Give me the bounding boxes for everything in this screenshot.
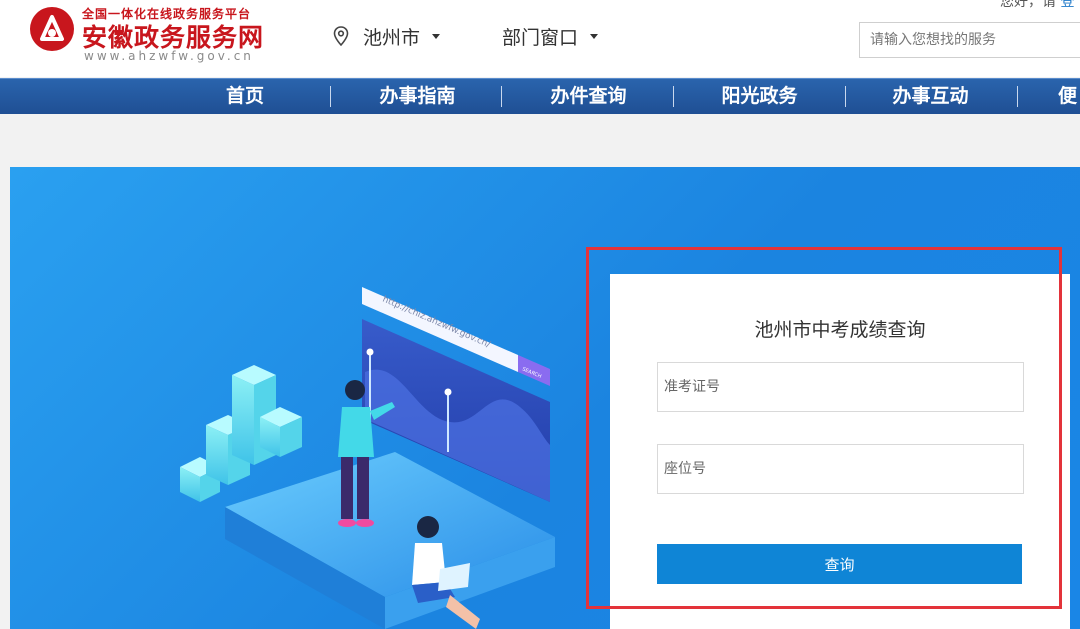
logo-emblem-icon bbox=[30, 7, 74, 51]
card-title: 池州市中考成绩查询 bbox=[754, 319, 926, 341]
nav-divider bbox=[845, 86, 846, 107]
site-header: 全国一体化在线政务服务平台 安徽政务服务网 www.ahzwfw.gov.cn … bbox=[0, 0, 1080, 77]
nav-item-guide[interactable]: 办事指南 bbox=[360, 79, 475, 114]
nav-divider bbox=[673, 86, 674, 107]
site-logo[interactable]: 全国一体化在线政务服务平台 安徽政务服务网 www.ahzwfw.gov.cn bbox=[28, 3, 278, 65]
exam-number-input[interactable] bbox=[657, 362, 1024, 412]
hero-illustration: http://chiz.ahzwfw.gov.cn/ SEARCH bbox=[180, 287, 555, 629]
main-nav: 首页 办事指南 办件查询 阳光政务 办事互动 便 bbox=[0, 78, 1080, 114]
greeting-text: 您好，请 bbox=[1000, 0, 1056, 10]
nav-item-convenience[interactable]: 便 bbox=[1058, 79, 1080, 114]
nav-divider bbox=[1017, 86, 1018, 107]
user-greeting: 您好，请 登 bbox=[1000, 0, 1074, 11]
nav-item-interaction[interactable]: 办事互动 bbox=[873, 79, 988, 114]
chevron-down-icon bbox=[432, 33, 441, 39]
city-label: 池州市 bbox=[363, 26, 421, 49]
cube-stack bbox=[180, 365, 302, 502]
service-search-input[interactable] bbox=[859, 22, 1080, 58]
department-selector[interactable]: 部门窗口 bbox=[502, 22, 599, 50]
location-pin-icon bbox=[333, 26, 349, 46]
department-label: 部门窗口 bbox=[502, 26, 579, 49]
nav-item-home[interactable]: 首页 bbox=[205, 79, 285, 114]
nav-item-case-query[interactable]: 办件查询 bbox=[531, 79, 646, 114]
seat-number-input[interactable] bbox=[657, 444, 1024, 494]
city-selector[interactable]: 池州市 bbox=[333, 22, 441, 50]
nav-divider bbox=[330, 86, 331, 107]
nav-item-open-government[interactable]: 阳光政务 bbox=[702, 79, 817, 114]
query-submit-button[interactable]: 查询 bbox=[657, 544, 1022, 584]
score-query-card: 池州市中考成绩查询 查询 bbox=[610, 274, 1070, 629]
login-link[interactable]: 登 bbox=[1060, 0, 1074, 10]
chevron-down-icon bbox=[590, 33, 599, 39]
logo-url: www.ahzwfw.gov.cn bbox=[84, 49, 254, 63]
nav-divider bbox=[501, 86, 502, 107]
